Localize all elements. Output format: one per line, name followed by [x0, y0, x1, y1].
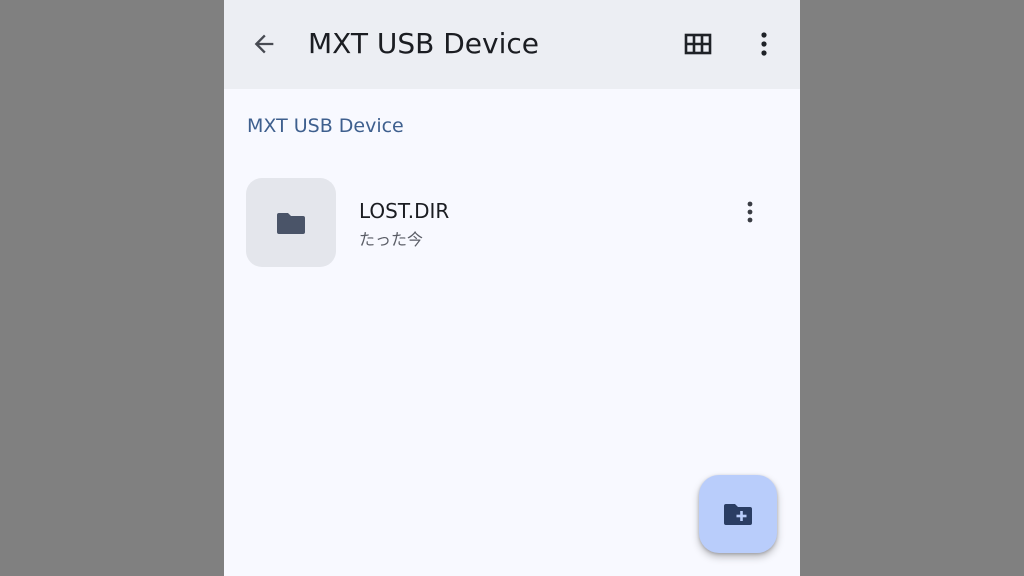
grid-view-button[interactable] [678, 24, 718, 64]
file-name: LOST.DIR [359, 199, 450, 223]
back-button[interactable] [244, 24, 284, 64]
file-thumbnail [246, 178, 336, 267]
file-menu-button[interactable] [730, 192, 770, 232]
create-folder-fab[interactable] [699, 475, 777, 553]
list-item-lost-dir[interactable]: LOST.DIR たった今 [224, 170, 800, 274]
arrow-back-icon [254, 34, 274, 54]
top-app-bar: MXT USB Device [224, 0, 800, 89]
overflow-menu-button[interactable] [744, 24, 784, 64]
more-vert-icon [747, 201, 753, 223]
page-title: MXT USB Device [308, 27, 539, 60]
folder-icon [277, 212, 305, 234]
grid-view-icon [684, 33, 712, 55]
file-modified-date: たった今 [359, 230, 424, 249]
create-new-folder-icon [724, 504, 752, 525]
file-browser-screen: MXT USB Device MXT USB Device LOST.DIR た… [224, 0, 800, 576]
breadcrumb[interactable]: MXT USB Device [247, 112, 404, 140]
more-vert-icon [761, 32, 767, 56]
